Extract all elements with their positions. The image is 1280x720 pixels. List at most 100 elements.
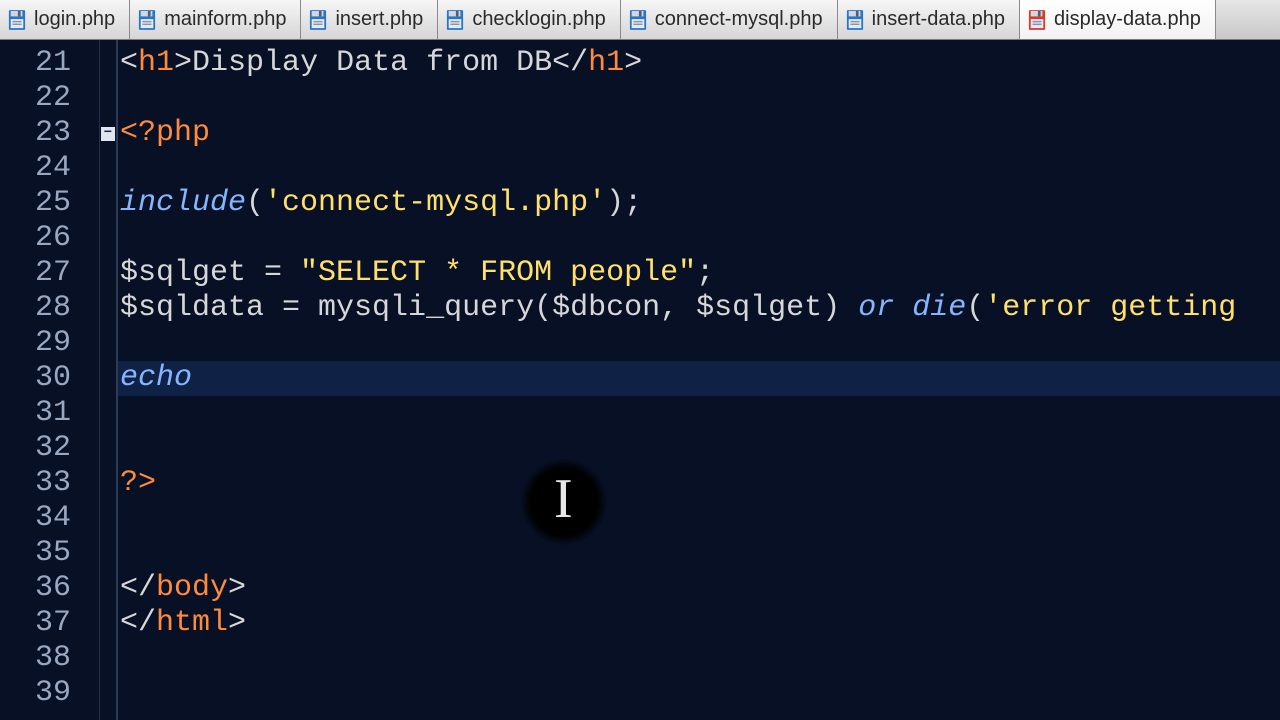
code-line[interactable] <box>118 536 1280 571</box>
line-number: 34 <box>0 501 99 536</box>
tab-display-data-php[interactable]: display-data.php <box>1020 0 1216 39</box>
tab-connect-mysql-php[interactable]: connect-mysql.php <box>621 0 838 39</box>
token: </ <box>120 606 156 640</box>
tab-checklogin-php[interactable]: checklogin.php <box>438 0 620 39</box>
fold-cell <box>100 361 116 396</box>
line-number: 29 <box>0 326 99 361</box>
disk-icon <box>846 9 864 31</box>
tab-label: connect-mysql.php <box>655 8 823 31</box>
fold-cell <box>100 291 116 326</box>
tab-insert-php[interactable]: insert.php <box>301 0 438 39</box>
token: "SELECT * FROM people" <box>300 256 696 290</box>
disk-icon <box>138 9 156 31</box>
code-line[interactable]: ?> <box>118 466 1280 501</box>
tab-login-php[interactable]: login.php <box>0 0 130 39</box>
fold-cell <box>100 431 116 466</box>
line-number-gutter: 21222324252627282930313233343536373839 <box>0 40 100 720</box>
line-number: 23 <box>0 116 99 151</box>
token: > <box>228 571 246 605</box>
line-number: 35 <box>0 536 99 571</box>
code-line[interactable]: <h1>Display Data from DB</h1> <box>118 46 1280 81</box>
fold-cell <box>100 571 116 606</box>
code-line[interactable]: $sqlget = "SELECT * FROM people"; <box>118 256 1280 291</box>
token: die <box>912 291 966 325</box>
token: ) <box>822 291 858 325</box>
code-line[interactable] <box>118 641 1280 676</box>
fold-cell <box>100 606 116 641</box>
fold-cell: − <box>100 116 116 151</box>
code-line[interactable] <box>118 676 1280 711</box>
token: > <box>228 606 246 640</box>
line-number: 31 <box>0 396 99 431</box>
fold-cell <box>100 221 116 256</box>
code-line[interactable]: echo <box>118 361 1280 396</box>
token: </ <box>120 571 156 605</box>
token: mysqli_query <box>318 291 534 325</box>
token: echo <box>120 361 192 395</box>
line-number: 24 <box>0 151 99 186</box>
fold-cell <box>100 186 116 221</box>
code-line[interactable]: </html> <box>118 606 1280 641</box>
tab-insert-data-php[interactable]: insert-data.php <box>838 0 1020 39</box>
token: ; <box>696 256 714 290</box>
editor-area[interactable]: 21222324252627282930313233343536373839 −… <box>0 40 1280 720</box>
fold-cell <box>100 256 116 291</box>
tab-label: insert.php <box>335 8 423 31</box>
fold-cell <box>100 466 116 501</box>
code-line[interactable]: </body> <box>118 571 1280 606</box>
token: ?> <box>120 466 156 500</box>
fold-cell <box>100 641 116 676</box>
code-line[interactable] <box>118 81 1280 116</box>
fold-cell <box>100 501 116 536</box>
fold-toggle-icon[interactable]: − <box>101 127 115 141</box>
code-line[interactable] <box>118 431 1280 466</box>
code-line[interactable] <box>118 151 1280 186</box>
token: $sqldata <box>120 291 282 325</box>
line-number: 28 <box>0 291 99 326</box>
token: > <box>624 46 642 80</box>
line-number: 36 <box>0 571 99 606</box>
token: ( <box>966 291 984 325</box>
disk-icon <box>8 9 26 31</box>
token: or <box>858 291 912 325</box>
line-number: 33 <box>0 466 99 501</box>
line-number: 39 <box>0 676 99 711</box>
token: 'error getting <box>984 291 1236 325</box>
code-line[interactable] <box>118 326 1280 361</box>
tab-label: checklogin.php <box>472 8 605 31</box>
fold-cell <box>100 326 116 361</box>
token: $sqlget <box>696 291 822 325</box>
token: 'connect-mysql.php' <box>264 186 606 220</box>
code-line[interactable] <box>118 396 1280 431</box>
code-line[interactable] <box>118 501 1280 536</box>
token: h1 <box>138 46 174 80</box>
code-content[interactable]: <h1>Display Data from DB</h1> <?php includ… <box>118 40 1280 720</box>
fold-column: − <box>100 40 118 720</box>
code-line[interactable]: $sqldata = mysqli_query($dbcon, $sqlget)… <box>118 291 1280 326</box>
fold-cell <box>100 81 116 116</box>
fold-cell <box>100 676 116 711</box>
token: ( <box>534 291 552 325</box>
fold-cell <box>100 46 116 81</box>
tab-label: display-data.php <box>1054 8 1201 31</box>
tab-label: login.php <box>34 8 115 31</box>
token: = <box>282 291 318 325</box>
line-number: 37 <box>0 606 99 641</box>
disk-icon <box>446 9 464 31</box>
line-number: 32 <box>0 431 99 466</box>
tab-mainform-php[interactable]: mainform.php <box>130 0 301 39</box>
token: $dbcon <box>552 291 660 325</box>
line-number: 26 <box>0 221 99 256</box>
code-line[interactable]: include('connect-mysql.php'); <box>118 186 1280 221</box>
token: > <box>174 46 192 80</box>
fold-cell <box>100 396 116 431</box>
code-line[interactable]: <?php <box>118 116 1280 151</box>
token: h1 <box>588 46 624 80</box>
disk-icon <box>629 9 647 31</box>
fold-cell <box>100 151 116 186</box>
code-line[interactable] <box>118 221 1280 256</box>
token: <?php <box>120 116 210 150</box>
fold-cell <box>100 536 116 571</box>
line-number: 27 <box>0 256 99 291</box>
token: include <box>120 186 246 220</box>
